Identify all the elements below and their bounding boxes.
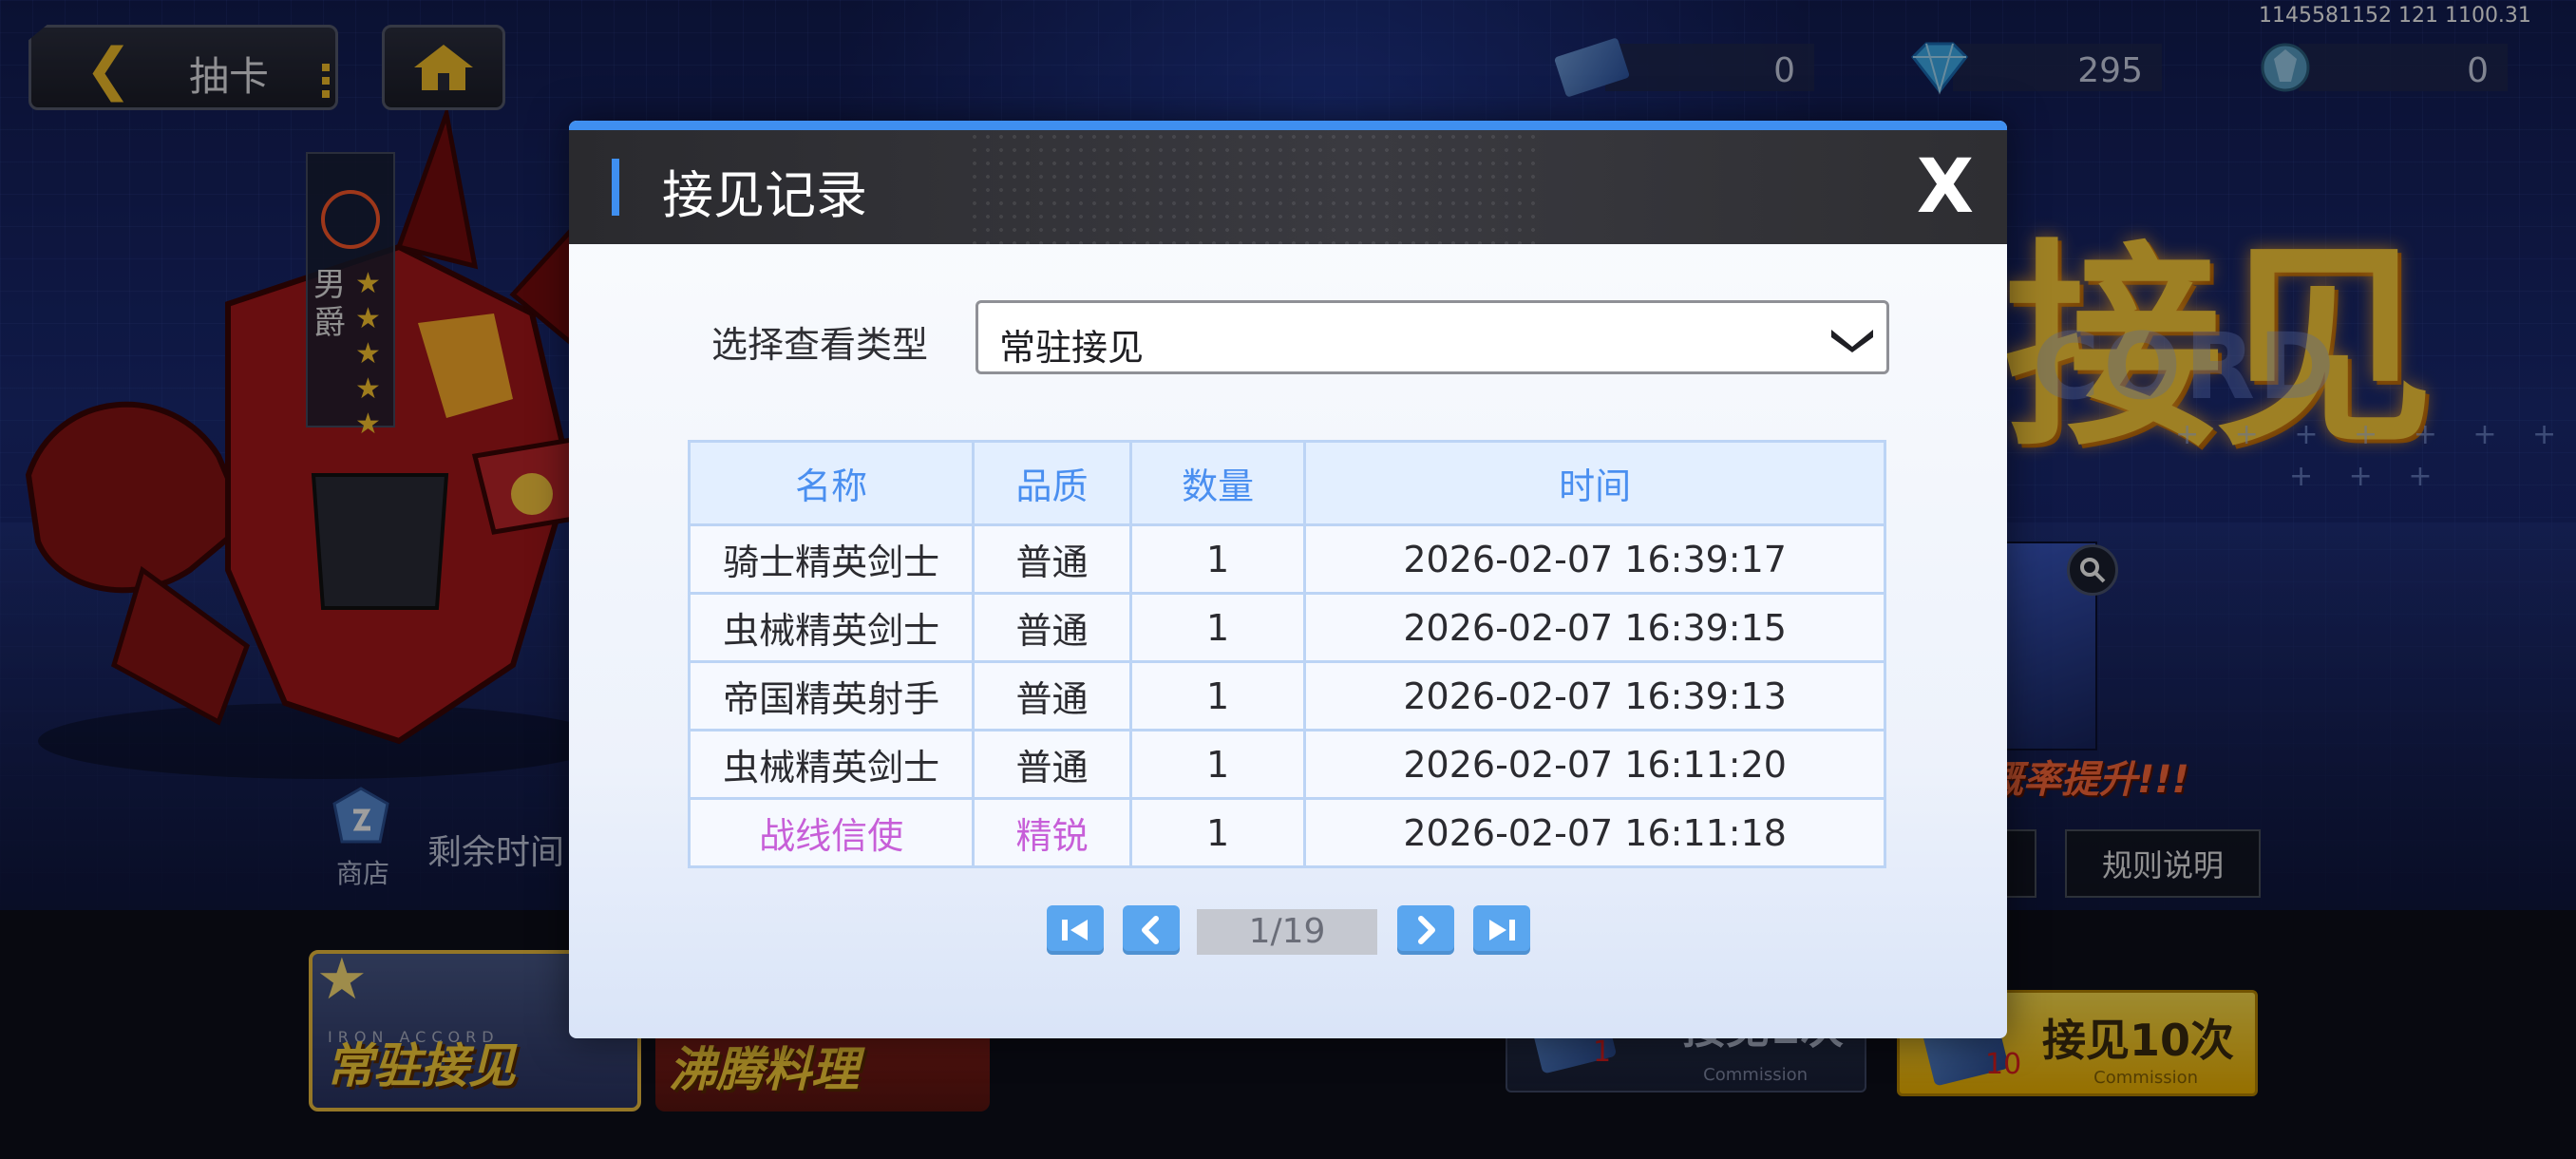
select-value: 常驻接见: [999, 327, 1145, 369]
cell-name: 帝国精英射手: [687, 660, 975, 732]
dialog-title: 接见记录: [662, 165, 867, 225]
record-table: 名称 品质 数量 时间 骑士精英剑士 普通 1 2026-02-07 16:39…: [687, 440, 1886, 868]
cell-quality: 普通: [972, 592, 1132, 663]
first-page-button[interactable]: [1047, 905, 1104, 955]
cell-time: 2026-02-07 16:39:15: [1303, 592, 1886, 663]
close-button[interactable]: X: [1912, 149, 1979, 225]
cell-count: 1: [1128, 797, 1307, 868]
chevron-left-icon: [1142, 916, 1159, 944]
table-row: 虫械精英剑士 普通 1 2026-02-07 16:39:15: [687, 592, 1886, 663]
cell-count: 1: [1128, 660, 1307, 732]
title-accent-bar: [612, 159, 619, 216]
page-indicator: 1/19: [1197, 909, 1377, 955]
last-page-button[interactable]: [1473, 905, 1530, 955]
chevron-right-icon: [1418, 916, 1435, 944]
cell-quality: 普通: [972, 660, 1132, 732]
table-row: 虫械精英剑士 普通 1 2026-02-07 16:11:20: [687, 729, 1886, 800]
chevron-down-icon: [1831, 330, 1873, 352]
table-row: 帝国精英射手 普通 1 2026-02-07 16:39:13: [687, 660, 1886, 732]
draw-record-dialog: 接见记录 X 选择查看类型 常驻接见 名称 品质 数量 时间 骑士精英剑士 普通…: [569, 121, 2007, 1038]
cell-quality: 普通: [972, 523, 1132, 595]
column-header-count: 数量: [1128, 440, 1307, 526]
cell-time: 2026-02-07 16:39:13: [1303, 660, 1886, 732]
cell-name: 骑士精英剑士: [687, 523, 975, 595]
table-header-row: 名称 品质 数量 时间: [687, 440, 1886, 526]
last-page-icon: [1489, 920, 1515, 940]
pagination: 1/19: [569, 905, 2007, 962]
record-type-select[interactable]: 常驻接见: [975, 300, 1889, 374]
dialog-header: 接见记录 X: [569, 130, 2007, 244]
cell-time: 2026-02-07 16:39:17: [1303, 523, 1886, 595]
cell-count: 1: [1128, 729, 1307, 800]
next-page-button[interactable]: [1397, 905, 1454, 955]
table-row: 战线信使 精锐 1 2026-02-07 16:11:18: [687, 797, 1886, 868]
cell-quality: 精锐: [972, 797, 1132, 868]
cell-name: 虫械精英剑士: [687, 592, 975, 663]
column-header-time: 时间: [1303, 440, 1886, 526]
cell-time: 2026-02-07 16:11:18: [1303, 797, 1886, 868]
cell-time: 2026-02-07 16:11:20: [1303, 729, 1886, 800]
first-page-icon: [1062, 920, 1088, 940]
column-header-quality: 品质: [972, 440, 1132, 526]
dialog-accent-line: [569, 121, 2007, 130]
cell-quality: 普通: [972, 729, 1132, 800]
header-pattern: [968, 130, 1538, 244]
cell-count: 1: [1128, 592, 1307, 663]
table-row: 骑士精英剑士 普通 1 2026-02-07 16:39:17: [687, 523, 1886, 595]
cell-name: 战线信使: [687, 797, 975, 868]
cell-count: 1: [1128, 523, 1307, 595]
filter-type-label: 选择查看类型: [711, 324, 929, 366]
column-header-name: 名称: [687, 440, 975, 526]
cell-name: 虫械精英剑士: [687, 729, 975, 800]
prev-page-button[interactable]: [1123, 905, 1180, 955]
